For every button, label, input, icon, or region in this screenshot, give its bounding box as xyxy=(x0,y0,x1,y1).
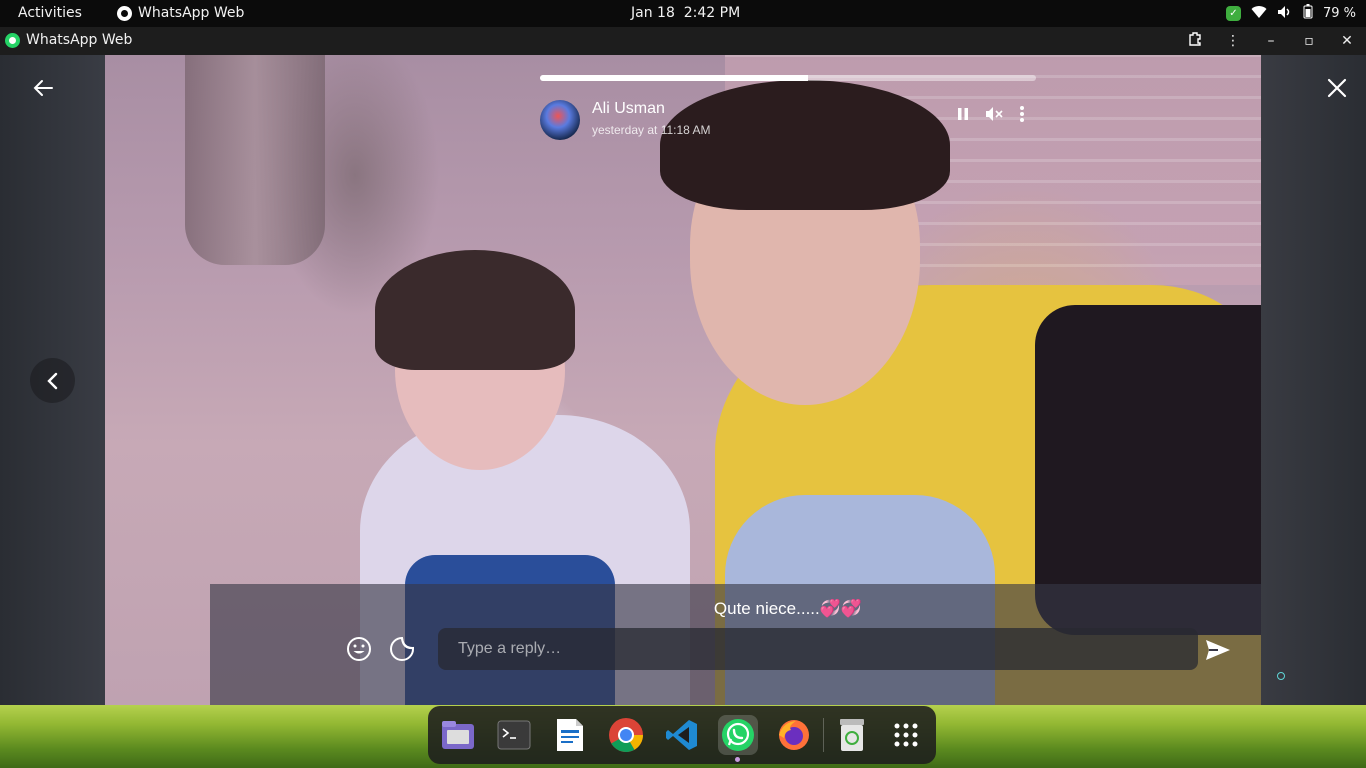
app-menu-label: WhatsApp Web xyxy=(138,5,245,21)
trash-icon[interactable] xyxy=(832,715,872,755)
minimize-button[interactable]: – xyxy=(1252,33,1290,49)
files-icon[interactable] xyxy=(438,715,478,755)
firefox-icon[interactable] xyxy=(774,715,814,755)
clock[interactable]: Jan 18 2:42 PM xyxy=(631,5,740,21)
whatsapp-icon xyxy=(117,5,132,21)
photo-man-hair xyxy=(660,80,950,210)
shield-icon: ✓ xyxy=(1225,6,1241,21)
extension-icon[interactable] xyxy=(1176,31,1214,51)
reply-input[interactable] xyxy=(438,628,1198,670)
window-controls: ⋮ – ▫ ✕ xyxy=(1176,27,1366,55)
battery-percentage: 79 % xyxy=(1322,6,1356,21)
status-author[interactable]: Ali Usman xyxy=(592,100,665,118)
status-viewer: Ali Usman yesterday at 11:18 AM Qute nie… xyxy=(0,55,1366,705)
back-arrow-icon[interactable] xyxy=(30,75,56,101)
close-window-button[interactable]: ✕ xyxy=(1328,33,1366,49)
status-progress-bar xyxy=(540,75,1036,81)
app-menu[interactable]: WhatsApp Web xyxy=(117,5,244,21)
app-grid-icon[interactable] xyxy=(886,715,926,755)
status-photo: Ali Usman yesterday at 11:18 AM Qute nie… xyxy=(105,55,1261,705)
activities-button[interactable]: Activities xyxy=(18,5,82,21)
close-icon[interactable] xyxy=(1324,75,1350,101)
sticker-icon[interactable] xyxy=(389,636,415,662)
chrome-icon[interactable] xyxy=(606,715,646,755)
photo-tree xyxy=(185,55,325,265)
avatar[interactable] xyxy=(540,100,580,140)
more-options-icon[interactable] xyxy=(1011,103,1033,125)
maximize-button[interactable]: ▫ xyxy=(1290,33,1328,49)
system-top-bar: Activities WhatsApp Web Jan 18 2:42 PM ✓… xyxy=(0,0,1366,27)
whatsapp-icon[interactable] xyxy=(718,715,758,755)
text-editor-icon[interactable] xyxy=(550,715,590,755)
chevron-left-icon xyxy=(46,372,57,389)
mute-icon[interactable] xyxy=(984,103,1006,125)
whatsapp-logo-icon xyxy=(5,32,20,48)
previous-status-button[interactable] xyxy=(30,358,75,403)
photo-kid-hair xyxy=(375,250,575,370)
terminal-icon[interactable] xyxy=(494,715,534,755)
wifi-icon xyxy=(1251,5,1267,23)
kebab-menu-icon[interactable]: ⋮ xyxy=(1214,33,1252,49)
dock xyxy=(428,706,936,764)
window-title-label: WhatsApp Web xyxy=(26,32,133,48)
send-icon[interactable] xyxy=(1204,636,1232,664)
indicator-dot xyxy=(1277,672,1285,680)
window-title-bar: WhatsApp Web ⋮ – ▫ ✕ xyxy=(0,27,1366,55)
volume-icon xyxy=(1277,5,1293,23)
vscode-icon[interactable] xyxy=(662,715,702,755)
pause-icon[interactable] xyxy=(952,103,974,125)
clock-time: 2:42 PM xyxy=(683,5,741,21)
window-title: WhatsApp Web xyxy=(5,32,132,48)
status-timestamp: yesterday at 11:18 AM xyxy=(592,123,711,137)
dock-separator xyxy=(823,718,824,752)
clock-date: Jan 18 xyxy=(631,5,675,21)
running-indicator xyxy=(735,757,740,762)
emoji-icon[interactable] xyxy=(346,636,372,662)
reply-bar: Qute niece.....💞💞 xyxy=(210,584,1261,705)
status-caption: Qute niece.....💞💞 xyxy=(713,599,863,618)
system-tray[interactable]: ✓ 79 % xyxy=(1225,4,1356,23)
status-progress-fill xyxy=(540,75,808,81)
battery-icon xyxy=(1303,4,1313,23)
